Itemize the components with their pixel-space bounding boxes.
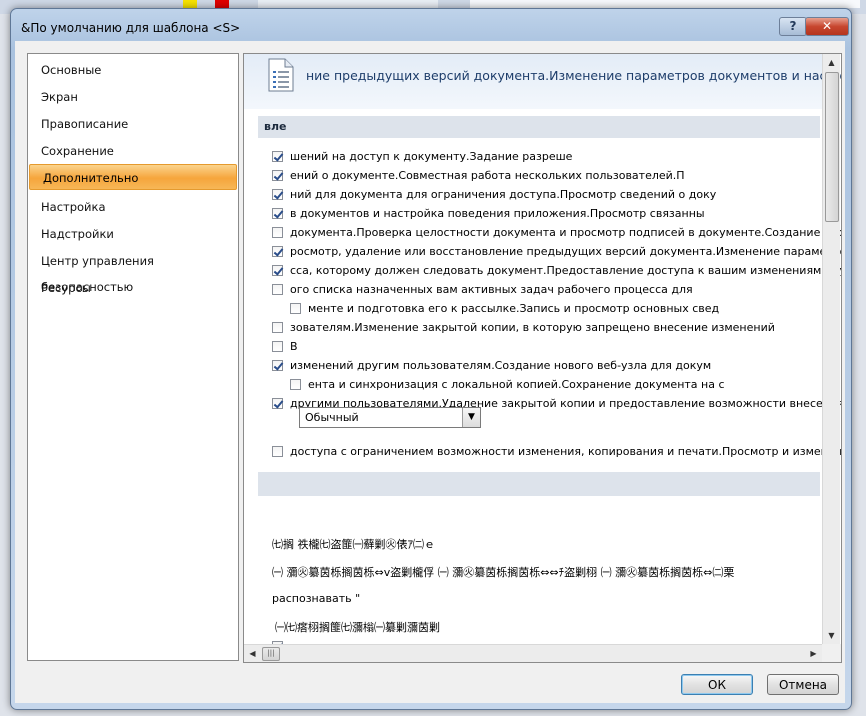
option-row[interactable]: ений о документе.Совместная работа неско… — [272, 169, 685, 182]
option-label: в документов и настройка поведения прило… — [290, 207, 705, 220]
option-row[interactable]: зователям.Изменение закрытой копии, в ко… — [272, 321, 775, 334]
checkbox[interactable] — [272, 151, 283, 162]
option-row[interactable]: доступа с ограничением возможности измен… — [272, 445, 842, 458]
option-row[interactable]: росмотр, удаление или восстановление пре… — [272, 245, 842, 258]
option-label: зователям.Изменение закрытой копии, в ко… — [290, 321, 775, 334]
garbled-text-1: ㈦搁 祑櫳㈦盗篚㈠蘚剿㊋俵ｱ㈡ｅ — [272, 538, 435, 551]
cancel-button[interactable]: Отмена — [767, 674, 839, 695]
nav-item-resources[interactable]: Ресурсы — [28, 275, 238, 301]
vertical-scroll-thumb[interactable] — [825, 72, 839, 222]
dialog-title: &По умолчанию для шаблона <S> — [21, 21, 241, 35]
option-row[interactable]: шений на доступ к документу.Задание разр… — [272, 150, 572, 163]
recognize-label: распознавать " — [272, 592, 361, 605]
style-select[interactable]: Обычный ▼ — [299, 407, 481, 428]
option-row[interactable]: в документов и настройка поведения прило… — [272, 207, 705, 220]
checkbox[interactable] — [272, 227, 283, 238]
pane-header-text: ние предыдущих версий документа.Изменени… — [306, 68, 842, 83]
option-label: доступа с ограничением возможности измен… — [290, 445, 842, 458]
help-button[interactable]: ? — [779, 17, 807, 36]
nav-item-trust-center[interactable]: Центр управления безопасностью — [28, 248, 238, 294]
nav-item-basic[interactable]: Основные — [28, 57, 238, 83]
section-bar-empty — [258, 472, 820, 496]
garbled-text-3: ㈠㈦瘩栩搁篚㈦瀰㮬㈠纂剿瀰茵剿 — [275, 621, 440, 634]
horizontal-scroll-thumb[interactable]: ||| — [262, 647, 280, 661]
option-row[interactable]: сса, которому должен следовать документ.… — [272, 264, 842, 277]
chevron-down-icon[interactable]: ▼ — [462, 408, 480, 427]
nav-item-customize[interactable]: Настройка — [28, 194, 238, 220]
option-label: изменений другим пользователям.Создание … — [290, 359, 712, 372]
nav-item-save[interactable]: Сохранение — [28, 138, 238, 164]
word-options-dialog: &По умолчанию для шаблона <S> ? ✕ Основн… — [10, 8, 852, 710]
option-label: росмотр, удаление или восстановление пре… — [290, 245, 842, 258]
scroll-down-icon[interactable]: ▼ — [823, 627, 840, 644]
highlight-color-swatch — [183, 0, 197, 8]
checkbox[interactable] — [290, 303, 301, 314]
option-row[interactable]: изменений другим пользователям.Создание … — [272, 359, 711, 372]
style-gallery-strip — [470, 0, 860, 8]
option-label: ого списка назначенных вам активных зада… — [290, 283, 693, 296]
checkbox[interactable] — [272, 322, 283, 333]
option-row-indented[interactable]: ента и синхронизация с локальной копией.… — [290, 378, 725, 391]
checkbox[interactable] — [272, 189, 283, 200]
options-navigation: Основные Экран Правописание Сохранение Д… — [27, 53, 239, 661]
checkbox[interactable] — [290, 379, 301, 390]
pane-header: ние предыдущих версий документа.Изменени… — [244, 54, 841, 109]
garbled-text-2: ㈠ 瀰㊋纂茵栎搁茵栎⇔ⅴ盗剿櫳俘 ㈠ 瀰㊋纂茵栎搁茵栎⇔⇔ﾁ盗剿栩 ㈠ 瀰㊋纂茵… — [272, 566, 735, 579]
option-label: В — [290, 340, 298, 353]
option-label: сса, которому должен следовать документ.… — [290, 264, 842, 277]
checkbox[interactable] — [272, 398, 283, 409]
checkbox[interactable] — [272, 265, 283, 276]
vertical-scrollbar[interactable]: ▲ ▼ — [822, 54, 840, 644]
checkbox[interactable] — [272, 446, 283, 457]
scroll-left-icon[interactable]: ◀ — [244, 645, 261, 662]
option-label: ений о документе.Совместная работа неско… — [290, 169, 685, 182]
option-row[interactable]: ний для документа для ограничения доступ… — [272, 188, 716, 201]
checkbox[interactable] — [272, 284, 283, 295]
option-row[interactable]: В — [272, 340, 298, 353]
option-label: ний для документа для ограничения доступ… — [290, 188, 717, 201]
nav-item-advanced[interactable]: Дополнительно — [29, 164, 237, 190]
option-row[interactable]: ого списка назначенных вам активных зада… — [272, 283, 693, 296]
option-label: менте и подготовка его к рассылке.Запись… — [308, 302, 720, 315]
font-color-swatch — [215, 0, 229, 8]
toolbar-button-group — [258, 0, 438, 8]
checkbox[interactable] — [272, 170, 283, 181]
document-options-icon — [268, 58, 294, 92]
checkbox[interactable] — [272, 341, 283, 352]
option-label: ента и синхронизация с локальной копией.… — [308, 378, 725, 391]
style-select-value: Обычный — [305, 411, 359, 424]
option-row[interactable]: документа.Проверка целостности документа… — [272, 226, 842, 239]
option-label: шений на доступ к документу.Задание разр… — [290, 150, 573, 163]
option-row-indented[interactable]: менте и подготовка его к рассылке.Запись… — [290, 302, 719, 315]
checkbox[interactable] — [272, 246, 283, 257]
scrollbar-corner — [822, 644, 841, 662]
scroll-up-icon[interactable]: ▲ — [823, 54, 840, 71]
ok-button[interactable]: ОК — [681, 674, 753, 695]
nav-item-addins[interactable]: Надстройки — [28, 221, 238, 247]
checkbox[interactable] — [272, 208, 283, 219]
nav-item-proofing[interactable]: Правописание — [28, 111, 238, 137]
horizontal-scrollbar[interactable]: ◀ ||| ▶ — [244, 644, 822, 662]
option-label: документа.Проверка целостности документа… — [290, 226, 842, 239]
options-content-pane: ние предыдущих версий документа.Изменени… — [243, 53, 842, 663]
checkbox[interactable] — [272, 360, 283, 371]
scroll-right-icon[interactable]: ▶ — [805, 645, 822, 662]
nav-item-display[interactable]: Экран — [28, 84, 238, 110]
close-button[interactable]: ✕ — [805, 17, 849, 36]
dialog-client-area: Основные Экран Правописание Сохранение Д… — [15, 41, 845, 703]
section-bar-editing: вле — [258, 116, 820, 138]
